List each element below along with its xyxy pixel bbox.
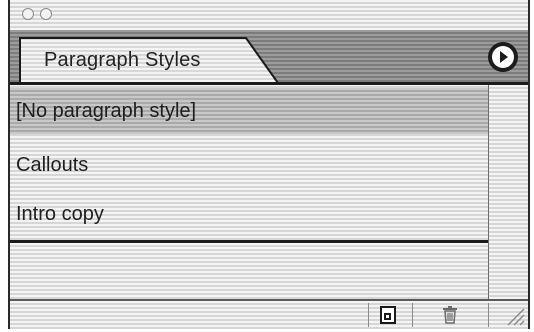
divider xyxy=(368,303,369,327)
list-item-no-paragraph-style[interactable]: [No paragraph style] xyxy=(10,88,488,134)
list-empty-area xyxy=(10,243,488,299)
vertical-scrollbar[interactable] xyxy=(488,85,528,299)
close-window-icon[interactable] xyxy=(22,8,34,20)
style-list: [No paragraph style] Callouts Intro copy xyxy=(10,85,488,243)
delete-style-button[interactable] xyxy=(432,301,468,329)
list-item-label: [No paragraph style] xyxy=(16,100,197,122)
divider xyxy=(488,303,489,327)
list-item-label: Callouts xyxy=(16,154,89,176)
resize-grip-icon[interactable] xyxy=(502,303,526,327)
list-item-callouts[interactable]: Callouts xyxy=(10,142,488,188)
new-page-icon xyxy=(380,306,396,324)
panel-menu-button[interactable] xyxy=(488,42,518,72)
arrow-right-circle-icon xyxy=(492,46,514,68)
panel-tabbar: Paragraph Styles xyxy=(10,30,528,85)
paragraph-styles-panel: Paragraph Styles [No paragraph style] Ca… xyxy=(8,0,530,329)
tab-paragraph-styles[interactable]: Paragraph Styles xyxy=(44,42,201,78)
new-style-button[interactable] xyxy=(370,301,406,329)
list-item-intro-copy[interactable]: Intro copy xyxy=(10,191,488,237)
trash-icon xyxy=(443,306,457,324)
list-item-label: Intro copy xyxy=(16,203,104,225)
panel-bottom-bar xyxy=(10,299,528,329)
panel-titlebar xyxy=(10,0,528,30)
minimize-window-icon[interactable] xyxy=(40,8,52,20)
divider xyxy=(412,303,413,327)
